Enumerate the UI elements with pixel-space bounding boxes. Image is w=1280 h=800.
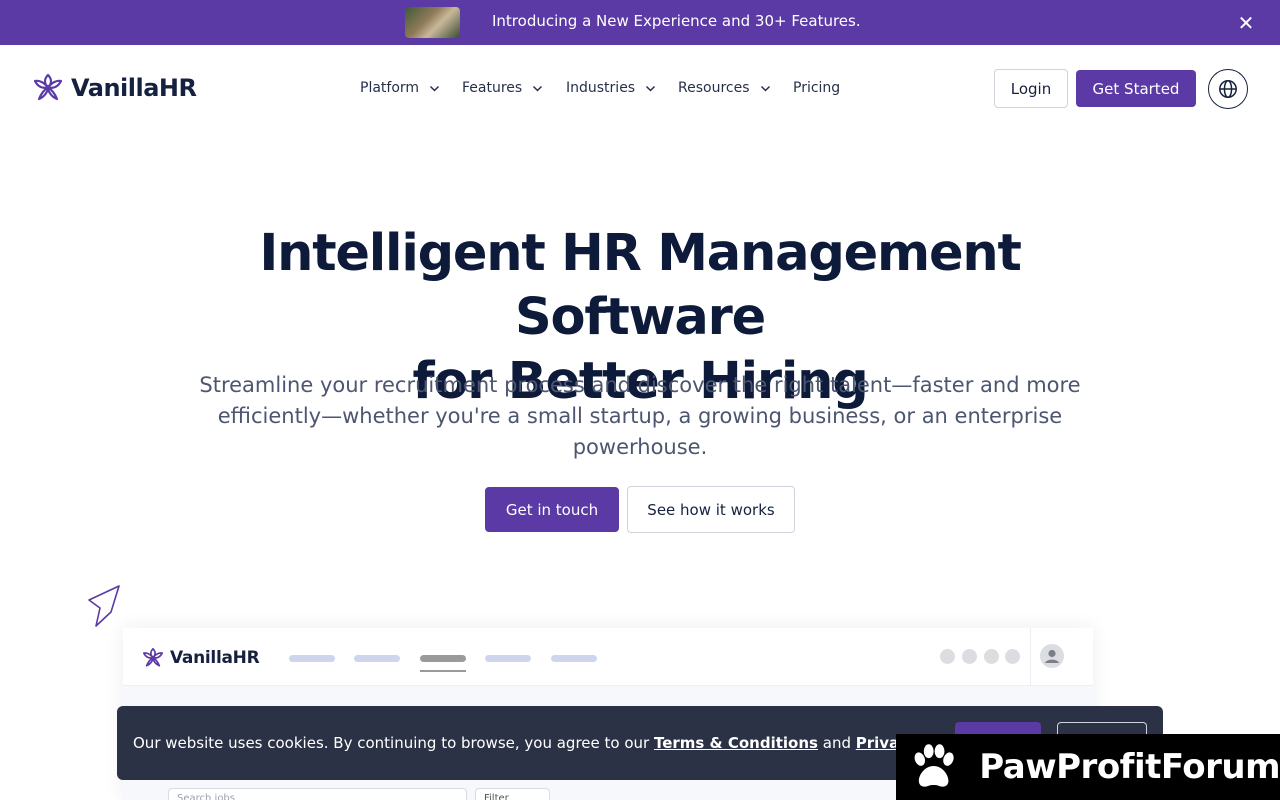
- cookie-message: Our website uses cookies. By continuing …: [133, 734, 973, 752]
- paw-icon: [914, 744, 954, 787]
- preview-icon-placeholder: [1005, 649, 1020, 664]
- cookie-text-prefix: Our website uses cookies. By continuing …: [133, 734, 650, 752]
- login-button[interactable]: Login: [994, 69, 1068, 108]
- nav-item-label: Platform: [360, 80, 420, 96]
- nav-item-label: Resources: [678, 80, 750, 96]
- forum-watermark: PawProfitForum: [896, 734, 1280, 800]
- get-started-button[interactable]: Get Started: [1076, 70, 1196, 107]
- nav-item-industries[interactable]: Industries: [566, 80, 656, 96]
- brand-logo[interactable]: VanillaHR: [31, 71, 197, 105]
- nav-item-resources[interactable]: Resources: [678, 80, 771, 96]
- preview-filter-button: Filter: [475, 788, 550, 800]
- nav-item-features[interactable]: Features: [462, 80, 543, 96]
- preview-brand-name: VanillaHR: [170, 648, 260, 668]
- top-navigation: VanillaHR Platform Features Industries R…: [0, 45, 1280, 133]
- globe-icon: [1219, 80, 1237, 98]
- hero-subtitle: Streamline your recruitment process and …: [199, 373, 1081, 459]
- announcement-text[interactable]: Introducing a New Experience and 30+ Fea…: [492, 12, 861, 30]
- nav-item-label: Features: [462, 80, 523, 96]
- chevron-down-icon: [760, 85, 770, 92]
- language-selector-button[interactable]: [1208, 69, 1248, 109]
- preview-nav-placeholder: [354, 655, 400, 662]
- preview-search-input: Search jobs: [168, 788, 467, 800]
- chevron-down-icon: [533, 85, 543, 92]
- preview-nav-placeholder: [551, 655, 597, 662]
- nav-item-platform[interactable]: Platform: [360, 80, 440, 96]
- preview-brand: VanillaHR: [141, 646, 260, 670]
- avatar-icon: [1040, 644, 1064, 668]
- preview-header: VanillaHR: [123, 628, 1093, 686]
- nav-item-label: Industries: [566, 80, 636, 96]
- close-icon[interactable]: ✕: [1234, 11, 1258, 35]
- announcement-bar: Introducing a New Experience and 30+ Fea…: [0, 0, 1280, 45]
- vanillahr-logo-icon: [142, 647, 164, 667]
- nav-item-label: Pricing: [793, 80, 841, 96]
- preview-divider: [1030, 628, 1031, 686]
- preview-icon-placeholder: [962, 649, 977, 664]
- sparkle-icon: [88, 585, 120, 627]
- chevron-down-icon: [430, 85, 440, 92]
- preview-nav-underline: [420, 670, 466, 672]
- chevron-down-icon: [646, 85, 656, 92]
- preview-nav-placeholder-active: [420, 655, 466, 662]
- vanillahr-logo-icon: [33, 73, 63, 101]
- announcement-thumbnail: [405, 7, 460, 38]
- see-how-it-works-button[interactable]: See how it works: [627, 486, 795, 533]
- preview-icon-placeholder: [940, 649, 955, 664]
- terms-link[interactable]: Terms & Conditions: [654, 734, 818, 752]
- preview-nav-placeholder: [485, 655, 531, 662]
- get-in-touch-button[interactable]: Get in touch: [485, 487, 619, 532]
- hero-title-line-1: Intelligent HR Management Software: [259, 224, 1022, 347]
- watermark-text: PawProfitForum: [979, 747, 1280, 787]
- preview-nav-placeholder: [289, 655, 335, 662]
- preview-icon-placeholder: [984, 649, 999, 664]
- cookie-and-word: and: [822, 734, 851, 752]
- nav-item-pricing[interactable]: Pricing: [793, 80, 840, 96]
- brand-name: VanillaHR: [71, 74, 197, 102]
